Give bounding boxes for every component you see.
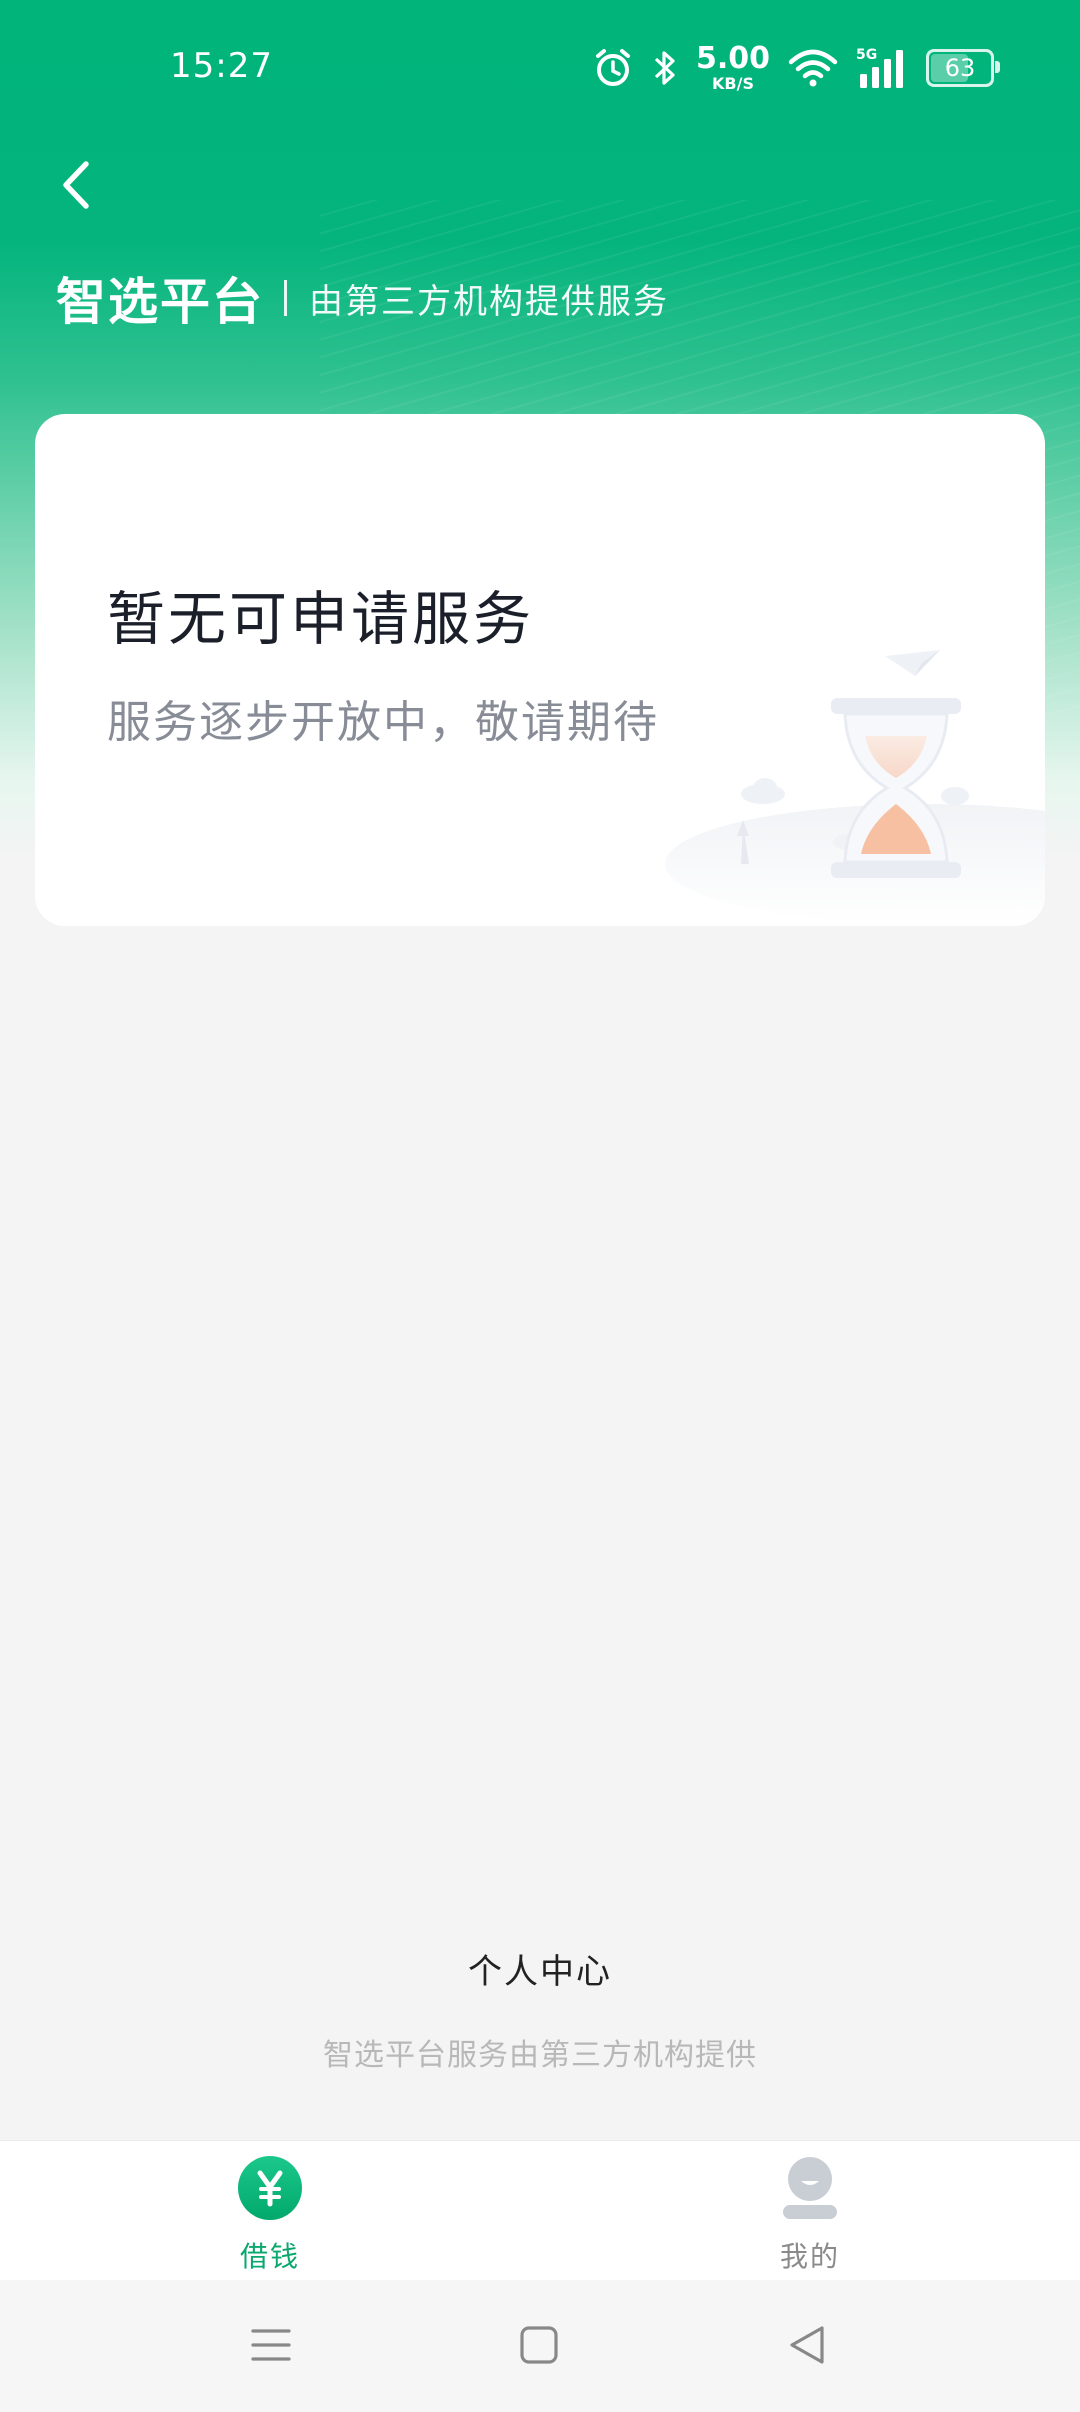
brand-title: 智选平台 xyxy=(56,273,264,331)
brand-subtitle: 由第三方机构提供服务 xyxy=(309,281,669,322)
tab-mine-label: 我的 xyxy=(779,2240,840,2273)
tab-bar: 借钱 我的 xyxy=(0,2140,1080,2281)
battery-level: 63 xyxy=(944,54,976,82)
tab-mine[interactable]: 我的 xyxy=(710,2155,910,2275)
footer-disclaimer: 智选平台服务由第三方机构提供 xyxy=(323,2038,757,2073)
cellular-signal-icon: 5G xyxy=(856,46,908,90)
empty-state-description: 服务逐步开放中，敬请期待 xyxy=(107,697,659,748)
wifi-icon xyxy=(788,48,838,88)
network-speed-value: 5.00 xyxy=(695,41,770,76)
empty-state-title: 暂无可申请服务 xyxy=(107,585,535,653)
yen-icon xyxy=(237,2155,303,2221)
battery-icon: 63 xyxy=(926,49,1000,87)
signal-type-label: 5G xyxy=(856,47,877,63)
bluetooth-icon xyxy=(652,48,678,88)
status-time: 15:27 xyxy=(170,46,273,86)
title-divider xyxy=(284,280,287,316)
back-icon xyxy=(790,2326,824,2364)
hourglass-icon xyxy=(665,650,1045,924)
network-speed: 5.00 KB/S xyxy=(696,44,770,92)
alarm-icon xyxy=(592,47,634,89)
home-icon xyxy=(520,2326,558,2364)
chevron-left-icon xyxy=(63,161,89,209)
tab-borrow-label: 借钱 xyxy=(239,2240,300,2273)
menu-icon xyxy=(251,2329,291,2361)
app-screen: 15:27 5.00 KB/S 5G 63 智选平台 由第三方机构提供服务 暂无… xyxy=(0,0,1080,2412)
status-icons: 5.00 KB/S 5G 63 xyxy=(592,42,1000,94)
network-speed-unit: KB/S xyxy=(712,74,754,93)
user-icon xyxy=(777,2155,843,2221)
back-button[interactable] xyxy=(46,150,106,220)
tab-borrow[interactable]: 借钱 xyxy=(170,2155,370,2275)
system-nav-bar xyxy=(0,2280,1080,2412)
nav-back-button[interactable] xyxy=(762,2310,852,2380)
nav-menu-button[interactable] xyxy=(226,2310,316,2380)
page-header: 智选平台 由第三方机构提供服务 xyxy=(56,262,669,334)
nav-home-button[interactable] xyxy=(494,2310,584,2380)
empty-state-card: 暂无可申请服务 服务逐步开放中，敬请期待 xyxy=(35,414,1045,926)
status-bar: 15:27 5.00 KB/S 5G 63 xyxy=(0,0,1080,136)
personal-center-link[interactable]: 个人中心 xyxy=(0,1944,1080,1993)
